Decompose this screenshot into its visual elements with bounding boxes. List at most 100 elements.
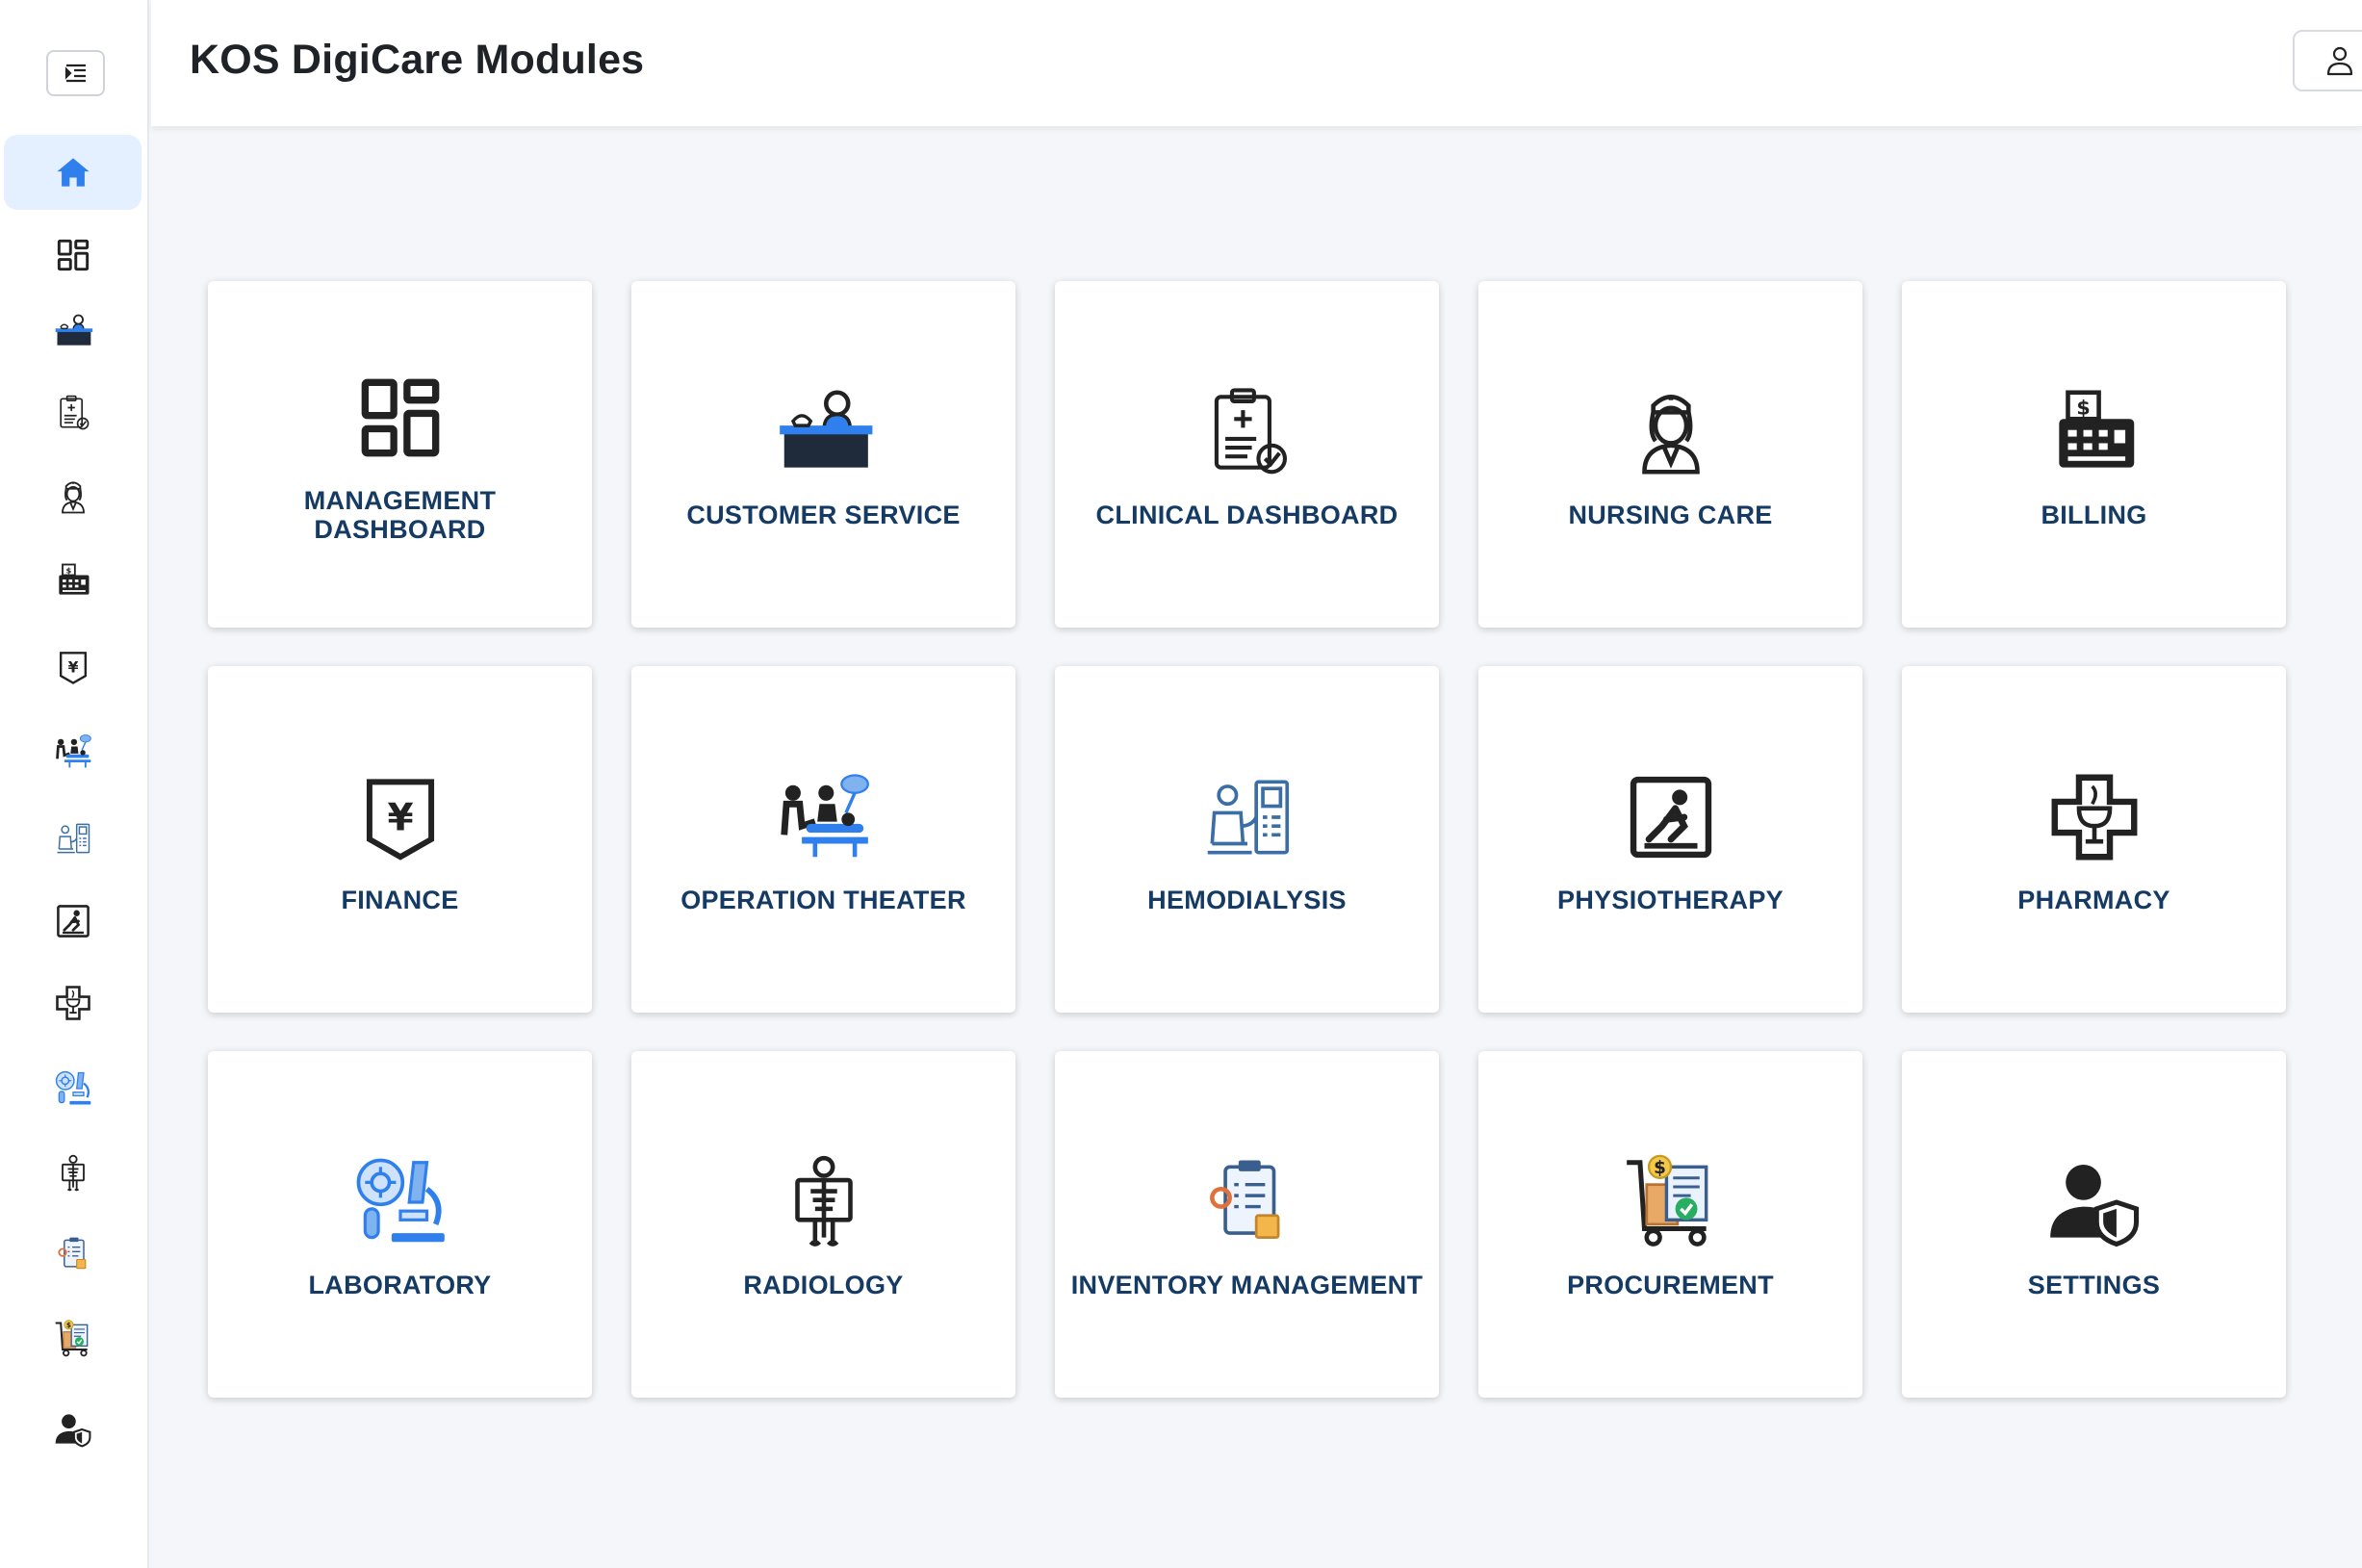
operation-theater-icon [52, 731, 94, 773]
module-card[interactable]: PHYSIOTHERAPY [1478, 666, 1862, 1013]
sidebar-item-home[interactable] [4, 135, 141, 210]
customer-service-icon [771, 379, 877, 485]
module-card[interactable]: CUSTOMER SERVICE [631, 281, 1015, 628]
module-label: NURSING CARE [1568, 501, 1773, 529]
module-icon-wrapper [1618, 764, 1724, 870]
module-label: PROCUREMENT [1567, 1271, 1774, 1299]
module-card[interactable]: INVENTORY MANAGEMENT [1055, 1051, 1439, 1398]
module-icon-wrapper [1194, 379, 1300, 485]
settings-user-shield-icon [2041, 1149, 2147, 1255]
module-icon-wrapper [2041, 1149, 2147, 1255]
module-label: CUSTOMER SERVICE [686, 501, 961, 529]
dashboard-icon [52, 234, 94, 276]
sidebar-item-nurse[interactable] [4, 459, 141, 534]
cash-register-icon [2041, 379, 2147, 485]
module-label: RADIOLOGY [743, 1271, 904, 1299]
hemodialysis-icon [52, 817, 94, 860]
sidebar-item-settings-user-shield[interactable] [4, 1392, 141, 1467]
laboratory-icon [52, 1067, 94, 1110]
home-icon [52, 151, 94, 193]
module-icon-wrapper [1618, 1149, 1724, 1255]
module-card[interactable]: LABORATORY [208, 1051, 592, 1398]
module-icon-wrapper [1618, 379, 1724, 485]
module-icon-wrapper [771, 1149, 877, 1255]
sidebar-item-pharmacy[interactable] [4, 965, 141, 1041]
pharmacy-icon [52, 982, 94, 1024]
cash-register-icon [52, 559, 94, 602]
module-label: PHARMACY [2017, 886, 2170, 914]
module-card[interactable]: HEMODIALYSIS [1055, 666, 1439, 1013]
module-icon-wrapper [1194, 764, 1300, 870]
module-label: INVENTORY MANAGEMENT [1070, 1271, 1424, 1299]
inventory-icon [1194, 1149, 1300, 1255]
module-icon-wrapper [1194, 1149, 1300, 1255]
module-label: PHYSIOTHERAPY [1557, 886, 1784, 914]
indent-menu-icon [63, 60, 90, 87]
physiotherapy-icon [52, 900, 94, 942]
module-label: MANAGEMENT DASHBOARD [303, 486, 497, 544]
module-card[interactable]: RADIOLOGY [631, 1051, 1015, 1398]
finance-yen-icon [52, 646, 94, 688]
radiology-icon [52, 1152, 94, 1195]
sidebar-item-inventory[interactable] [4, 1217, 141, 1292]
module-icon-wrapper [771, 379, 877, 485]
customer-service-icon [52, 310, 94, 352]
module-card[interactable]: PROCUREMENT [1478, 1051, 1862, 1398]
procurement-icon [1618, 1149, 1724, 1255]
top-header: KOS DigiCare Modules admin [151, 0, 2362, 127]
module-icon-wrapper [2041, 379, 2147, 485]
sidebar-item-operation-theater[interactable] [4, 714, 141, 789]
hemodialysis-icon [1194, 764, 1300, 870]
module-card[interactable]: NURSING CARE [1478, 281, 1862, 628]
module-card[interactable]: BILLING [1902, 281, 2286, 628]
module-card[interactable]: SETTINGS [1902, 1051, 2286, 1398]
sidebar-item-laboratory[interactable] [4, 1051, 141, 1126]
module-card[interactable]: MANAGEMENT DASHBOARD [208, 281, 592, 628]
sidebar-item-hemodialysis[interactable] [4, 801, 141, 876]
sidebar-item-radiology[interactable] [4, 1136, 141, 1211]
radiology-icon [771, 1149, 877, 1255]
sidebar-item-cash-register[interactable] [4, 543, 141, 618]
sidebar [0, 0, 149, 1568]
sidebar-item-physiotherapy[interactable] [4, 884, 141, 959]
procurement-icon [52, 1318, 94, 1360]
module-label: FINANCE [341, 886, 459, 914]
user-menu-button[interactable]: admin [2293, 30, 2362, 91]
settings-user-shield-icon [52, 1408, 94, 1451]
clinical-clipboard-icon [1194, 379, 1300, 485]
sidebar-item-finance-yen[interactable] [4, 630, 141, 705]
pharmacy-icon [2041, 764, 2147, 870]
module-label: LABORATORY [308, 1271, 492, 1299]
module-card[interactable]: CLINICAL DASHBOARD [1055, 281, 1439, 628]
sidebar-item-dashboard[interactable] [4, 218, 141, 293]
module-icon-wrapper [347, 1149, 453, 1255]
module-icon-wrapper [347, 365, 453, 471]
module-card[interactable]: OPERATION THEATER [631, 666, 1015, 1013]
finance-yen-icon [347, 764, 453, 870]
nurse-icon [1618, 379, 1724, 485]
nurse-icon [52, 476, 94, 518]
dashboard-icon [347, 365, 453, 471]
module-card[interactable]: FINANCE [208, 666, 592, 1013]
module-label: SETTINGS [2027, 1271, 2161, 1299]
sidebar-item-procurement[interactable] [4, 1301, 141, 1376]
physiotherapy-icon [1618, 764, 1724, 870]
sidebar-toggle-button[interactable] [46, 50, 105, 96]
laboratory-icon [347, 1149, 453, 1255]
clinical-clipboard-icon [52, 392, 94, 434]
inventory-icon [52, 1233, 94, 1275]
module-label: CLINICAL DASHBOARD [1095, 501, 1399, 529]
module-label: BILLING [2041, 501, 2147, 529]
module-grid: MANAGEMENT DASHBOARD CUSTOMER SERVICE CLIN… [208, 281, 2286, 1398]
module-icon-wrapper [771, 764, 877, 870]
page-title: KOS DigiCare Modules [190, 37, 645, 83]
module-icon-wrapper [2041, 764, 2147, 870]
sidebar-item-customer-service[interactable] [4, 294, 141, 369]
operation-theater-icon [771, 764, 877, 870]
module-label: HEMODIALYSIS [1147, 886, 1347, 914]
module-icon-wrapper [347, 764, 453, 870]
user-icon [2323, 44, 2356, 77]
module-card[interactable]: PHARMACY [1902, 666, 2286, 1013]
module-label: OPERATION THEATER [680, 886, 966, 914]
sidebar-item-clinical-clipboard[interactable] [4, 375, 141, 450]
